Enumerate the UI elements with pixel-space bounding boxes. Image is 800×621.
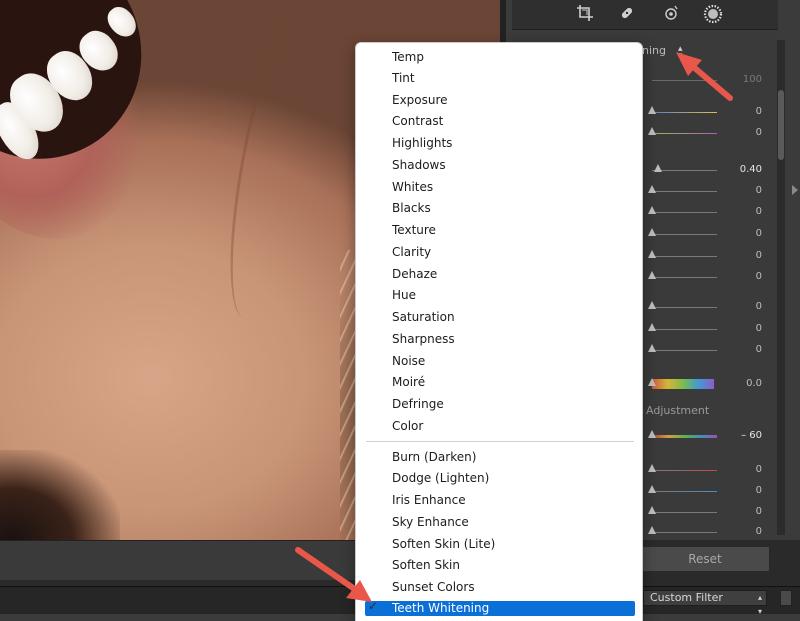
menu-item-hue[interactable]: Hue xyxy=(392,285,416,305)
slider-value: 100 xyxy=(712,74,762,85)
slider-thumb[interactable] xyxy=(648,526,656,534)
menu-item-contrast[interactable]: Contrast xyxy=(392,111,443,131)
photo-shadow xyxy=(0,450,120,540)
menu-item-highlights[interactable]: Highlights xyxy=(392,133,452,153)
menu-item-exposure[interactable]: Exposure xyxy=(392,90,448,110)
healing-brush-icon[interactable] xyxy=(616,4,638,26)
menu-item-color[interactable]: Color xyxy=(392,416,423,436)
menu-item-clarity[interactable]: Clarity xyxy=(392,242,431,262)
slider-value: 0 xyxy=(712,464,762,475)
slider-thumb[interactable] xyxy=(648,127,656,135)
menu-item-defringe[interactable]: Defringe xyxy=(392,394,444,414)
slider-thumb[interactable] xyxy=(654,164,662,172)
menu-item-iris-enhance[interactable]: Iris Enhance xyxy=(392,490,466,510)
slider-value: 0 xyxy=(712,228,762,239)
menu-item-dehaze[interactable]: Dehaze xyxy=(392,264,437,284)
menu-item-dodge[interactable]: Dodge (Lighten) xyxy=(392,468,489,488)
radial-mask-icon[interactable] xyxy=(702,4,724,26)
menu-item-sky-enhance[interactable]: Sky Enhance xyxy=(392,512,469,532)
menu-item-temp[interactable]: Temp xyxy=(392,47,424,67)
slider-thumb[interactable] xyxy=(648,344,656,352)
slider-thumb[interactable] xyxy=(648,378,656,386)
slider-value: 0 xyxy=(712,344,762,355)
menu-item-moire[interactable]: Moiré xyxy=(392,372,425,392)
slider-thumb[interactable] xyxy=(648,250,656,258)
slider-value: 0 xyxy=(712,301,762,312)
slider-thumb[interactable] xyxy=(648,301,656,309)
red-eye-icon[interactable] xyxy=(660,4,682,26)
scrollbar-thumb[interactable] xyxy=(778,90,784,160)
slider-value: 0 xyxy=(712,127,762,138)
menu-item-soften-skin-lite[interactable]: Soften Skin (Lite) xyxy=(392,534,495,554)
menu-item-soften-skin[interactable]: Soften Skin xyxy=(392,555,460,575)
lightroom-window: ning ▴ ▾ 100 0 0 0.40 xyxy=(0,0,800,621)
menu-item-saturation[interactable]: Saturation xyxy=(392,307,455,327)
menu-item-sharpness[interactable]: Sharpness xyxy=(392,329,455,349)
slider-value: 0 xyxy=(712,185,762,196)
slider-thumb[interactable] xyxy=(648,464,656,472)
slider-thumb[interactable] xyxy=(648,506,656,514)
filter-select[interactable]: Custom Filter ▴▾ xyxy=(643,590,767,606)
reset-button[interactable]: Reset xyxy=(640,546,770,572)
menu-item-whites[interactable]: Whites xyxy=(392,177,433,197)
menu-item-shadows[interactable]: Shadows xyxy=(392,155,446,175)
slider-value: 0 xyxy=(712,106,762,117)
slider-value: 0 xyxy=(712,485,762,496)
slider-value: 0 xyxy=(712,250,762,261)
slider-value: – 60 xyxy=(712,430,762,441)
menu-item-teeth-whitening-label: Teeth Whitening xyxy=(392,601,489,616)
menu-item-texture[interactable]: Texture xyxy=(392,220,436,240)
menu-item-noise[interactable]: Noise xyxy=(392,351,425,371)
slider-value: 0 xyxy=(712,271,762,282)
crop-icon[interactable] xyxy=(574,4,596,26)
panel-collapse-arrow-icon[interactable] xyxy=(792,185,798,195)
slider-thumb[interactable] xyxy=(648,106,656,114)
slider-thumb[interactable] xyxy=(648,206,656,214)
slider-thumb[interactable] xyxy=(648,228,656,236)
slider-thumb[interactable] xyxy=(648,485,656,493)
slider-value: 0 xyxy=(712,526,762,537)
menu-divider xyxy=(366,441,634,442)
slider-thumb[interactable] xyxy=(648,430,656,438)
menu-item-tint[interactable]: Tint xyxy=(392,68,415,88)
tool-strip xyxy=(512,0,778,30)
menu-item-sunset-colors[interactable]: Sunset Colors xyxy=(392,577,475,597)
slider-value: 0 xyxy=(712,506,762,517)
menu-item-blacks[interactable]: Blacks xyxy=(392,198,431,218)
effect-label: ning xyxy=(642,44,666,57)
slider-value: 0.40 xyxy=(712,164,762,175)
menu-item-burn[interactable]: Burn (Darken) xyxy=(392,447,476,467)
filmstrip-toggle[interactable] xyxy=(780,590,792,606)
slider-value: 0 xyxy=(712,206,762,217)
slider-value: 0 xyxy=(712,323,762,334)
slider-thumb[interactable] xyxy=(648,323,656,331)
panel-scrollbar[interactable] xyxy=(777,40,785,535)
slider-thumb[interactable] xyxy=(648,185,656,193)
photo-skin-fold xyxy=(214,17,325,323)
filter-select-value: Custom Filter xyxy=(650,591,723,604)
checkmark-icon: ✓ xyxy=(368,599,378,613)
section-label: Adjustment xyxy=(646,404,709,417)
hue-value: 0.0 xyxy=(712,378,762,389)
slider-thumb[interactable] xyxy=(648,271,656,279)
effect-dropdown-menu: Temp Tint Exposure Contrast Highlights S… xyxy=(355,42,643,621)
effect-chevron-down-icon[interactable]: ▾ xyxy=(678,51,683,61)
